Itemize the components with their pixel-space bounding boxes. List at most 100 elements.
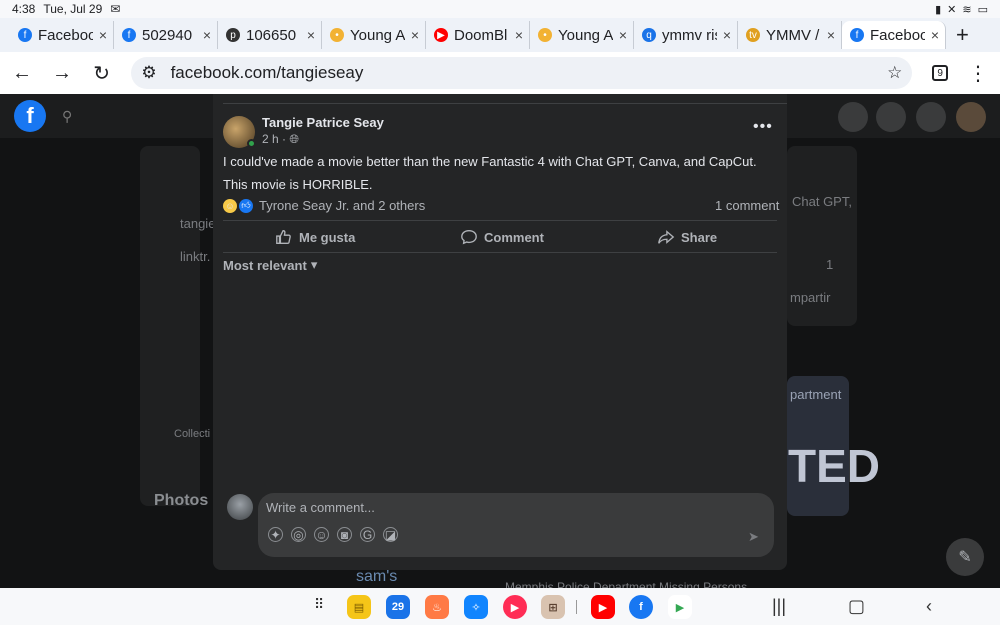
bg-chat-snippet: Chat GPT, (792, 194, 852, 209)
bookmark-star-icon[interactable]: ☆ (887, 63, 902, 83)
avatar-sticker-icon[interactable]: ✦ (268, 527, 283, 542)
overflow-menu-icon[interactable]: ⋮ (968, 61, 988, 86)
back-icon[interactable]: ← (12, 62, 32, 85)
bg-ted-snippet: TED (788, 440, 880, 492)
bg-link-linktr: linktr. (180, 249, 211, 264)
address-bar[interactable]: ⚙ facebook.com/tangieseay ☆ (131, 57, 913, 89)
new-tab-button[interactable]: + (956, 22, 969, 48)
post-timestamp[interactable]: 2 h (262, 132, 279, 146)
reaction-names[interactable]: Tyrone Seay Jr. and 2 others (259, 198, 425, 213)
tab-close-icon[interactable]: × (931, 27, 939, 43)
tab-title: 502940 (142, 26, 193, 44)
reload-icon[interactable]: ↻ (92, 61, 111, 86)
browser-tab-strip: f Faceboo × f 502940 × p 106650 × • Young A × ▶ DoomB… (0, 18, 1000, 52)
globe-icon: 🌐︎ (289, 132, 299, 146)
status-date: Tue, Jul 29 (43, 2, 103, 16)
browser-tab[interactable]: f Faceboo × (842, 21, 946, 49)
search-icon[interactable]: ⚲ (62, 108, 72, 125)
system-status-bar: 4:38 Tue, Jul 29 ✉ ▮ ✕ ≋ ▭ (0, 0, 1000, 18)
tab-switcher-button[interactable]: 9 (932, 65, 948, 81)
compose-icon[interactable]: ✎ (946, 538, 984, 576)
bluesky-app-icon[interactable]: ✧ (464, 595, 488, 619)
more-options-icon[interactable]: ••• (753, 118, 773, 136)
facebook-icon: f (850, 28, 864, 42)
gif-icon[interactable]: G (360, 527, 375, 542)
search-icon: q (642, 28, 656, 42)
tab-title: ymmv ris (662, 26, 717, 44)
tab-close-icon[interactable]: × (307, 27, 315, 43)
online-status-dot (247, 139, 256, 148)
tab-close-icon[interactable]: × (99, 27, 107, 43)
bg-link-tangie: tangie (180, 216, 216, 231)
send-icon[interactable]: ➤ (748, 529, 759, 545)
composer-tools: ✦ ◎ ☺ ◙ G ◪ (268, 527, 398, 542)
home-nav-icon[interactable]: ▢ (848, 596, 865, 617)
tab-close-icon[interactable]: × (515, 27, 523, 43)
comment-composer[interactable]: ✦ ◎ ☺ ◙ G ◪ ➤ (258, 493, 774, 557)
browser-tab[interactable]: tv YMMV / × (738, 21, 842, 49)
browser-tab[interactable]: • Young A × (530, 21, 634, 49)
comment-sort-label: Most relevant (223, 257, 307, 273)
browser-toolbar: ← → ↻ ⚙ facebook.com/tangieseay ☆ 9 ⋮ (0, 52, 1000, 94)
browser-tab[interactable]: • Young A × (322, 21, 426, 49)
comment-sort-dropdown[interactable]: Most relevant ▾ (223, 257, 317, 273)
ai-icon[interactable]: ◎ (291, 527, 306, 542)
music-app-icon[interactable]: ▶ (503, 595, 527, 619)
bulb-icon: • (538, 28, 552, 42)
caret-down-icon: ▾ (310, 257, 318, 272)
tab-title: DoomBl (454, 26, 508, 44)
camera-icon[interactable]: ◙ (337, 527, 352, 542)
browser-tab[interactable]: f 502940 × (114, 21, 218, 49)
play-store-app-icon[interactable]: ▶ (668, 595, 692, 619)
profile-avatar[interactable] (956, 102, 986, 132)
tab-title: 106650 (246, 26, 297, 44)
tab-close-icon[interactable]: × (203, 27, 211, 43)
tab-close-icon[interactable]: × (723, 27, 731, 43)
bulb-icon: • (330, 28, 344, 42)
app-drawer-icon[interactable]: ⠿ (314, 596, 324, 613)
viewer-avatar[interactable] (227, 494, 253, 520)
bg-compartir-snippet: mpartir (790, 290, 831, 305)
emoji-icon[interactable]: ☺ (314, 527, 329, 542)
tab-title: Faceboo (38, 26, 93, 44)
facebook-logo-icon[interactable]: f (14, 100, 46, 132)
tab-close-icon[interactable]: × (411, 27, 419, 43)
facebook-app-icon[interactable]: f (629, 595, 653, 619)
share-button[interactable]: Share (657, 226, 717, 248)
reactions-summary[interactable]: ☺ 👍︎ Tyrone Seay Jr. and 2 others (223, 198, 425, 213)
facebook-icon: f (122, 28, 136, 42)
browser-tab[interactable]: f Faceboo × (10, 21, 114, 49)
post-author-name[interactable]: Tangie Patrice Seay (262, 115, 384, 130)
like-button[interactable]: Me gusta (275, 226, 355, 248)
tab-close-icon[interactable]: × (619, 27, 627, 43)
messenger-icon[interactable] (876, 102, 906, 132)
browser-tab[interactable]: p 106650 × (218, 21, 322, 49)
browser-tab[interactable]: q ymmv ris × (634, 21, 738, 49)
notifications-icon[interactable] (916, 102, 946, 132)
notes-app-icon[interactable]: ▤ (347, 595, 371, 619)
forward-icon[interactable]: → (52, 62, 72, 85)
tinder-app-icon[interactable]: ♨ (425, 595, 449, 619)
url-text[interactable]: facebook.com/tangieseay (171, 63, 874, 83)
site-settings-icon[interactable]: ⚙ (141, 63, 156, 83)
dock-divider (576, 600, 577, 614)
comment-button[interactable]: Comment (460, 226, 544, 248)
calendar-app-icon[interactable]: 29 (386, 595, 410, 619)
menu-grid-icon[interactable] (838, 102, 868, 132)
haha-reaction-icon: ☺ (223, 198, 237, 213)
comment-input[interactable] (266, 497, 746, 517)
sticker-icon[interactable]: ◪ (383, 527, 398, 542)
comment-button-label: Comment (484, 229, 544, 245)
tab-title: YMMV / (766, 26, 820, 44)
recents-nav-icon[interactable]: ||| (772, 596, 786, 617)
browser-tab[interactable]: ▶ DoomBl × (426, 21, 530, 49)
thumbs-up-icon (276, 230, 291, 244)
app-folder-icon[interactable]: ⊞ (541, 595, 565, 619)
back-nav-icon[interactable]: ‹ (926, 596, 932, 617)
tab-close-icon[interactable]: × (827, 27, 835, 43)
status-time: 4:38 (12, 2, 36, 16)
post-dialog: Tangie Patrice Seay 2 h · 🌐︎ ••• I could… (213, 94, 787, 570)
comment-count[interactable]: 1 comment (715, 198, 779, 213)
youtube-app-icon[interactable]: ▶ (591, 595, 615, 619)
battery-icon: ▮ (935, 3, 942, 16)
